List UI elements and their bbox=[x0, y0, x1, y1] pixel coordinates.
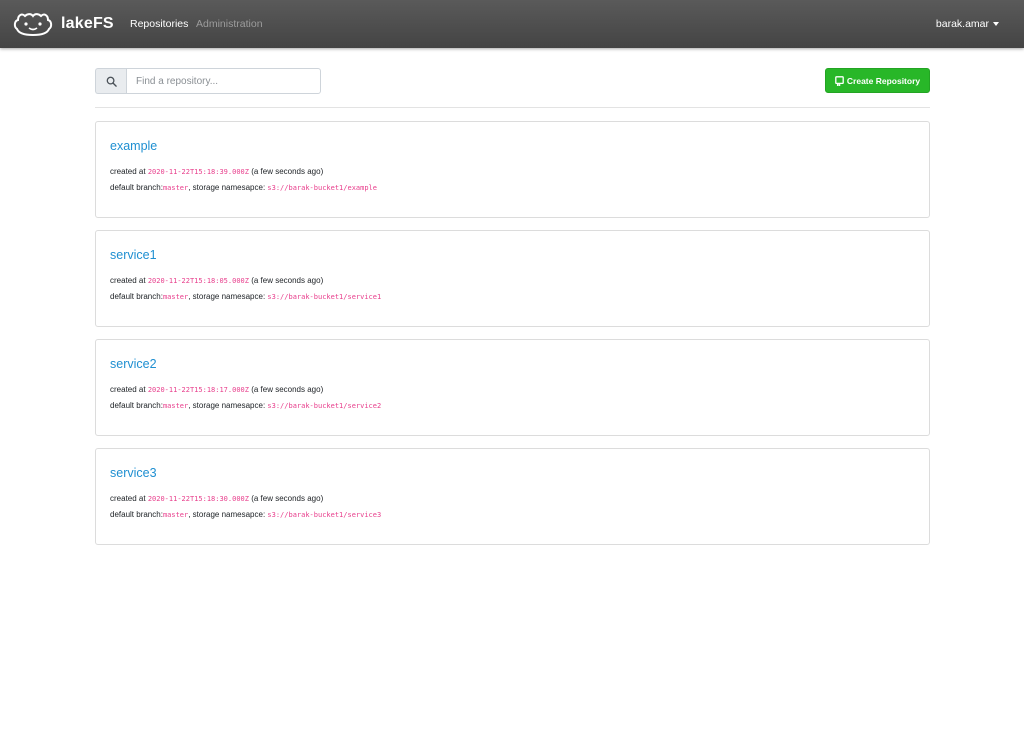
repository-list: example created at 2020-11-22T15:18:39.0… bbox=[95, 121, 930, 557]
toolbar-divider bbox=[95, 107, 930, 108]
repository-card: example created at 2020-11-22T15:18:39.0… bbox=[95, 121, 930, 218]
created-timestamp: 2020-11-22T15:18:17.000Z bbox=[147, 386, 249, 394]
default-branch: master bbox=[162, 402, 189, 410]
brand-link[interactable]: lakeFS bbox=[12, 9, 114, 39]
default-branch: master bbox=[162, 511, 189, 519]
repository-details: default branch:master, storage namesapce… bbox=[110, 510, 382, 519]
nav-administration[interactable]: Administration bbox=[196, 18, 263, 30]
repository-created: created at 2020-11-22T15:18:39.000Z (a f… bbox=[110, 167, 324, 176]
repository-details: default branch:master, storage namesapce… bbox=[110, 292, 382, 301]
repository-icon bbox=[835, 75, 844, 86]
caret-down-icon bbox=[993, 22, 999, 26]
storage-namespace: s3://barak-bucket1/service2 bbox=[267, 402, 382, 410]
default-branch: master bbox=[162, 184, 189, 192]
created-relative: (a few seconds ago) bbox=[251, 385, 324, 394]
create-repository-button[interactable]: Create Repository bbox=[825, 68, 930, 93]
user-menu[interactable]: barak.amar bbox=[936, 18, 999, 30]
repository-search bbox=[95, 68, 321, 94]
storage-namespace: s3://barak-bucket1/service3 bbox=[267, 511, 382, 519]
created-relative: (a few seconds ago) bbox=[251, 167, 324, 176]
repository-name-link[interactable]: service3 bbox=[110, 466, 157, 480]
repository-details: default branch:master, storage namesapce… bbox=[110, 183, 377, 192]
user-name: barak.amar bbox=[935, 18, 989, 30]
create-repository-label: Create Repository bbox=[846, 75, 921, 86]
search-input[interactable] bbox=[126, 68, 321, 94]
repository-card: service2 created at 2020-11-22T15:18:17.… bbox=[95, 339, 930, 436]
search-icon bbox=[95, 68, 126, 94]
lakefs-logo-icon bbox=[13, 13, 53, 37]
repository-created: created at 2020-11-22T15:18:05.000Z (a f… bbox=[110, 276, 324, 285]
top-navbar: lakeFS Repositories Administration barak… bbox=[0, 0, 1024, 48]
created-timestamp: 2020-11-22T15:18:05.000Z bbox=[147, 277, 249, 285]
repository-name-link[interactable]: service2 bbox=[110, 357, 157, 371]
brand-name: lakeFS bbox=[61, 15, 114, 32]
repository-card: service3 created at 2020-11-22T15:18:30.… bbox=[95, 448, 930, 545]
repository-created: created at 2020-11-22T15:18:30.000Z (a f… bbox=[110, 494, 324, 503]
created-relative: (a few seconds ago) bbox=[251, 276, 324, 285]
created-relative: (a few seconds ago) bbox=[251, 494, 324, 503]
created-timestamp: 2020-11-22T15:18:30.000Z bbox=[147, 495, 249, 503]
repository-name-link[interactable]: example bbox=[110, 139, 157, 153]
repository-created: created at 2020-11-22T15:18:17.000Z (a f… bbox=[110, 385, 324, 394]
repository-details: default branch:master, storage namesapce… bbox=[110, 401, 382, 410]
repository-name-link[interactable]: service1 bbox=[110, 248, 157, 262]
created-timestamp: 2020-11-22T15:18:39.000Z bbox=[147, 168, 249, 176]
nav-repositories[interactable]: Repositories bbox=[130, 18, 188, 30]
default-branch: master bbox=[162, 293, 189, 301]
storage-namespace: s3://barak-bucket1/service1 bbox=[267, 293, 382, 301]
repository-card: service1 created at 2020-11-22T15:18:05.… bbox=[95, 230, 930, 327]
storage-namespace: s3://barak-bucket1/example bbox=[267, 184, 377, 192]
